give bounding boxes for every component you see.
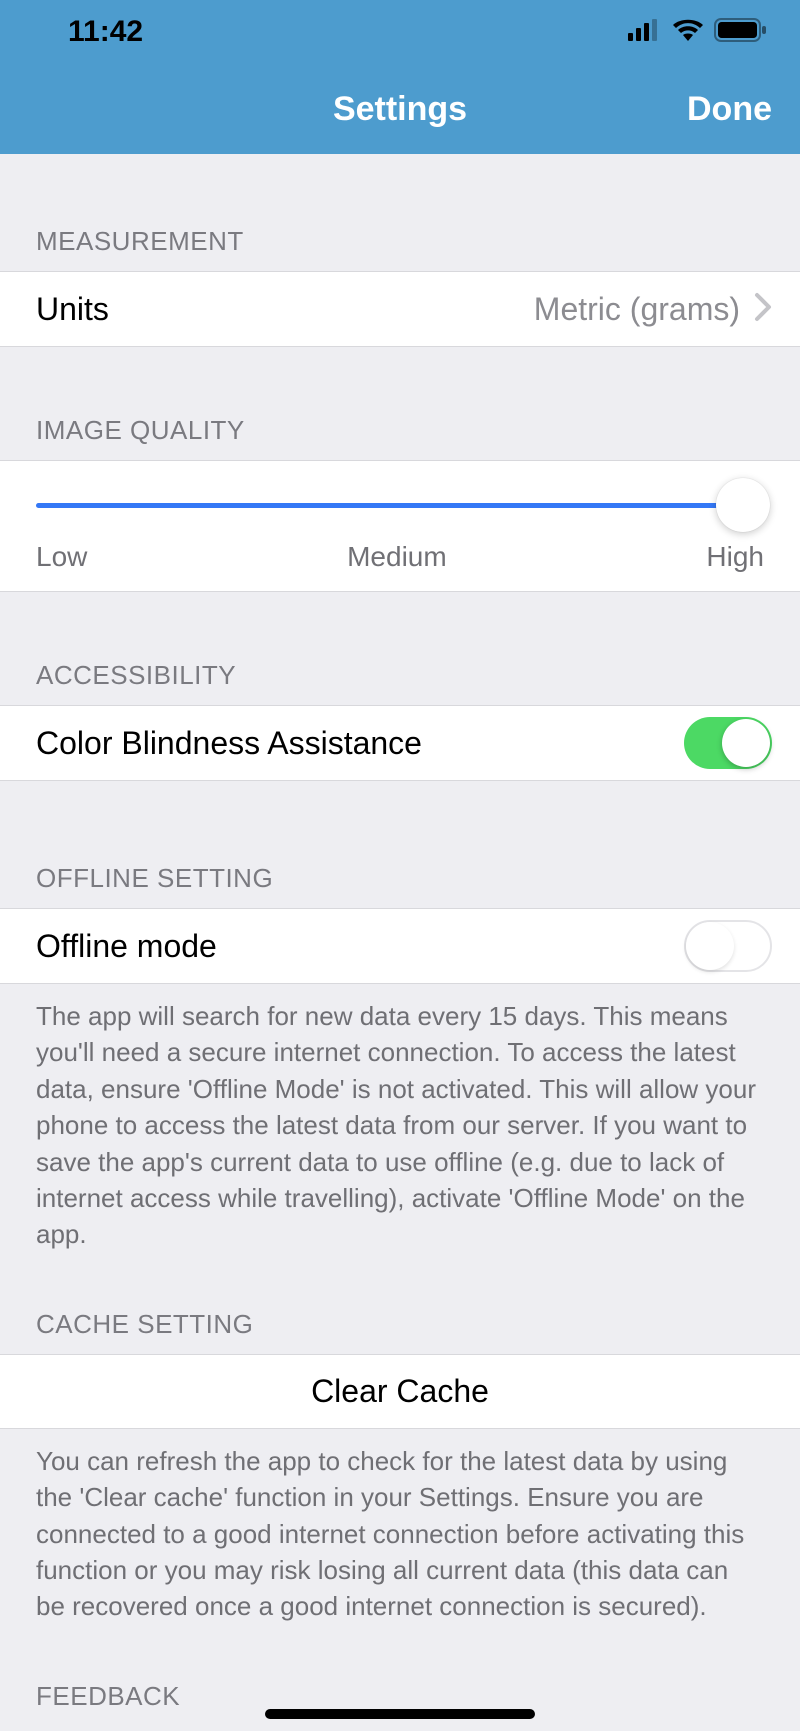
- offline-mode-toggle[interactable]: [684, 920, 772, 972]
- status-time: 11:42: [68, 15, 143, 49]
- image-quality-slider[interactable]: [36, 485, 764, 525]
- clear-cache-button[interactable]: Clear Cache: [0, 1354, 800, 1429]
- section-header-offline: OFFLINE SETTING: [0, 863, 800, 908]
- toggle-knob: [686, 922, 734, 970]
- image-quality-slider-row: Low Medium High: [0, 460, 800, 592]
- done-button[interactable]: Done: [687, 90, 772, 129]
- units-label: Units: [36, 291, 534, 328]
- wifi-icon: [672, 19, 704, 46]
- offline-mode-row: Offline mode: [0, 908, 800, 984]
- slider-labels: Low Medium High: [36, 541, 764, 573]
- color-blindness-toggle[interactable]: [684, 717, 772, 769]
- color-blindness-label: Color Blindness Assistance: [36, 725, 684, 762]
- offline-mode-label: Offline mode: [36, 928, 684, 965]
- cellular-icon: [628, 19, 662, 46]
- status-icons: [628, 18, 768, 47]
- status-bar: 11:42: [0, 0, 800, 64]
- section-header-image-quality: IMAGE QUALITY: [0, 415, 800, 460]
- slider-track: [36, 503, 764, 508]
- slider-label-medium: Medium: [347, 541, 447, 573]
- cache-footer-text: You can refresh the app to check for the…: [0, 1429, 800, 1625]
- home-indicator[interactable]: [265, 1709, 535, 1719]
- nav-bar: Settings Done: [0, 64, 800, 154]
- section-header-measurement: MEASUREMENT: [0, 226, 800, 271]
- section-header-accessibility: ACCESSIBILITY: [0, 660, 800, 705]
- slider-thumb[interactable]: [716, 478, 770, 532]
- clear-cache-label: Clear Cache: [311, 1373, 489, 1409]
- units-row[interactable]: Units Metric (grams): [0, 271, 800, 347]
- offline-footer-text: The app will search for new data every 1…: [0, 984, 800, 1253]
- battery-icon: [714, 18, 768, 47]
- color-blindness-row: Color Blindness Assistance: [0, 705, 800, 781]
- section-header-cache: CACHE SETTING: [0, 1309, 800, 1354]
- page-title: Settings: [333, 90, 467, 129]
- slider-label-low: Low: [36, 541, 87, 573]
- units-value: Metric (grams): [534, 291, 740, 328]
- chevron-right-icon: [754, 292, 772, 327]
- toggle-knob: [722, 719, 770, 767]
- slider-label-high: High: [706, 541, 764, 573]
